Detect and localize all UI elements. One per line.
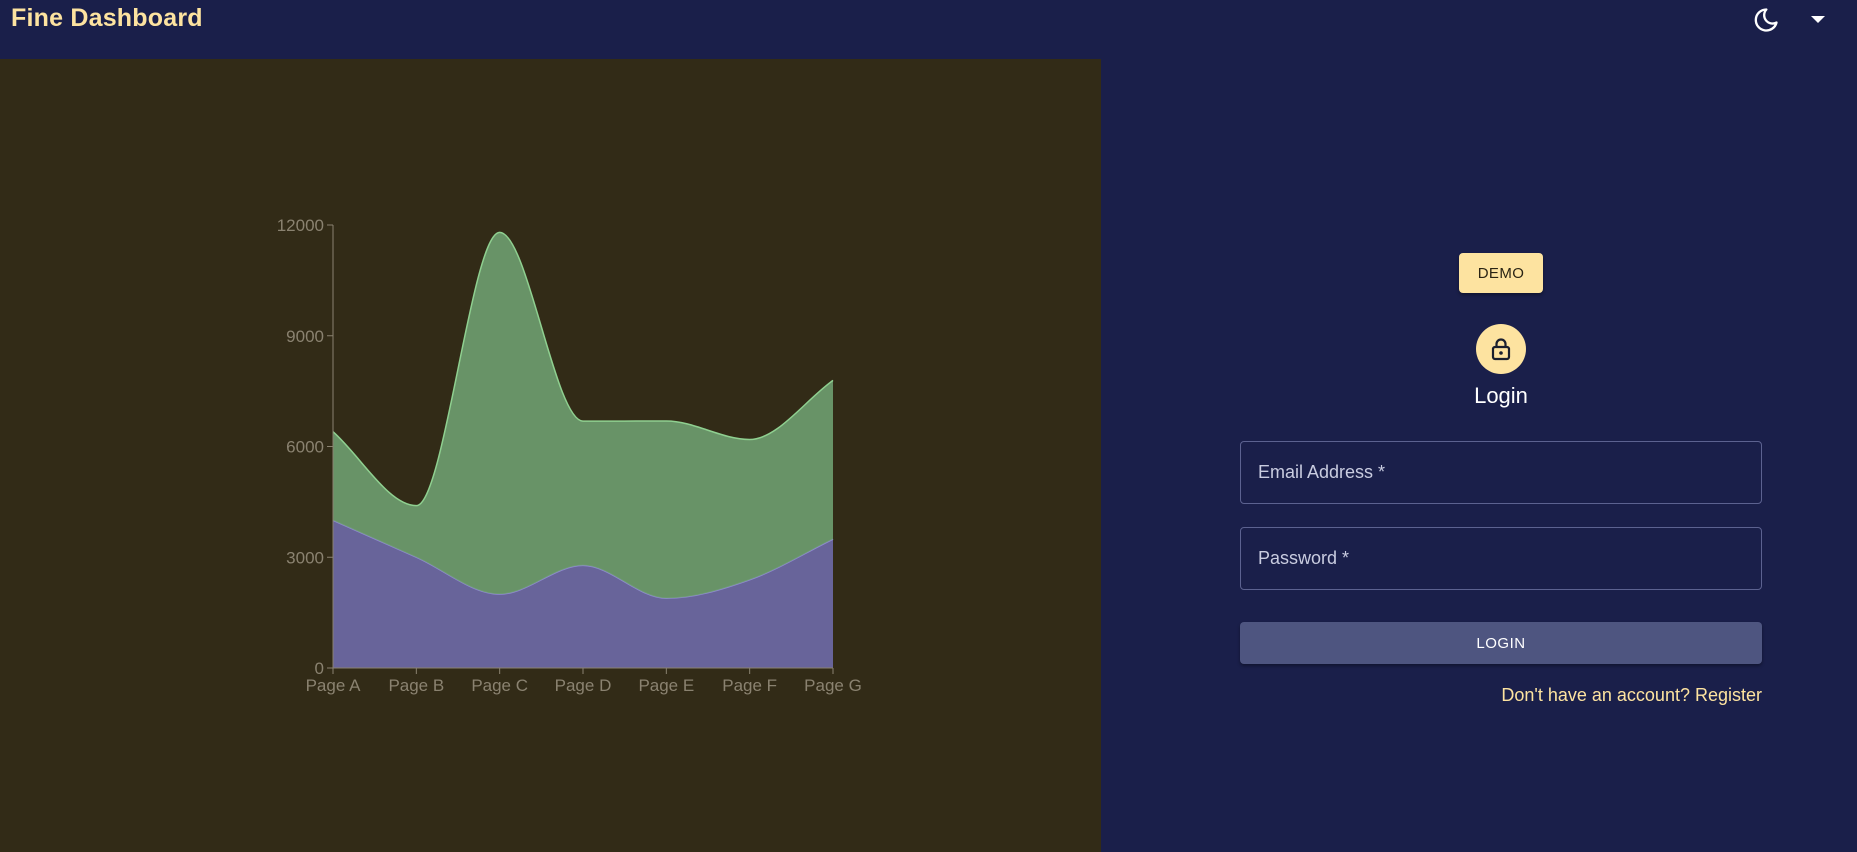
y-tick-label: 6000 <box>286 438 324 457</box>
chart-panel: 0 3000 6000 9000 12000 Page A Page B Page C Page… <box>0 59 1101 852</box>
email-input[interactable] <box>1241 442 1761 503</box>
area-chart: 030006000900012000Page A Page B Page C Page… <box>277 216 862 695</box>
moon-icon <box>1754 8 1778 32</box>
avatar <box>1476 324 1526 374</box>
x-tick-label: Page F <box>722 676 777 695</box>
lock-icon <box>1491 338 1511 361</box>
login-title: Login <box>1474 383 1528 408</box>
password-input[interactable] <box>1241 528 1761 589</box>
y-tick-label: 3000 <box>286 548 324 567</box>
caret-down-icon <box>1811 16 1825 23</box>
x-tick-label: Page A <box>306 676 361 695</box>
app-title: Fine Dashboard <box>11 4 203 32</box>
area-series-2 <box>333 232 833 599</box>
login-button[interactable]: LOGIN <box>1240 622 1762 664</box>
x-tick-label: Page E <box>638 676 694 695</box>
demo-button[interactable]: DEMO <box>1459 253 1543 293</box>
x-tick-label: Page B <box>388 676 444 695</box>
account-menu-button[interactable] <box>1800 2 1836 38</box>
x-tick-label: Page D <box>555 676 612 695</box>
register-link[interactable]: Don't have an account? Register <box>1440 685 1762 706</box>
email-field[interactable] <box>1240 441 1762 504</box>
theme-toggle-button[interactable] <box>1748 2 1784 38</box>
y-tick-label: 9000 <box>286 327 324 346</box>
x-tick-label: Page C <box>471 676 528 695</box>
app-bar: Fine Dashboard <box>0 0 1857 59</box>
y-tick-label: 12000 <box>277 216 324 235</box>
x-tick-label: Page G <box>804 676 862 695</box>
password-field[interactable] <box>1240 527 1762 590</box>
